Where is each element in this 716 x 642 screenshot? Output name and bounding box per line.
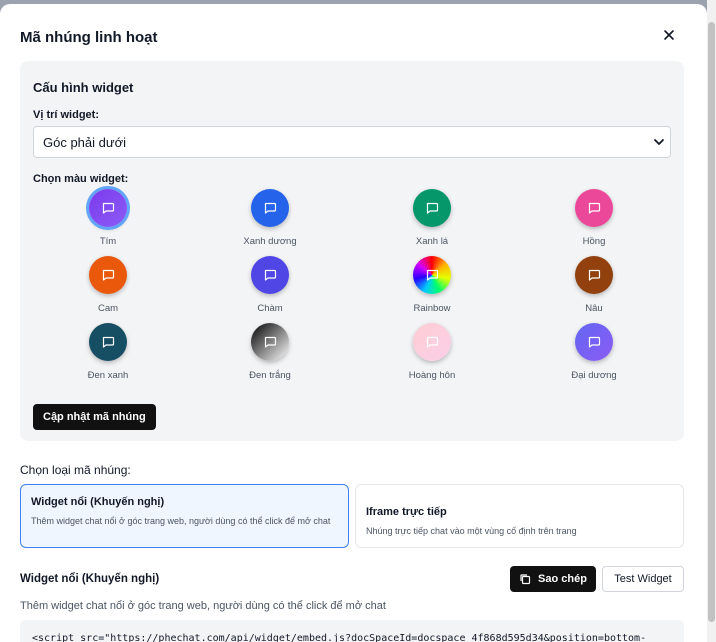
embed-code-modal: Mã nhúng linh hoạt Cấu hình widget Vị tr… — [0, 4, 707, 642]
color-swatch — [89, 323, 127, 361]
chat-bubble-icon — [426, 336, 439, 348]
modal-title: Mã nhúng linh hoạt — [20, 29, 158, 46]
color-swatch — [413, 256, 451, 294]
color-label: Chàm — [257, 303, 283, 314]
widget-config-card: Cấu hình widget Vị trí widget: Góc phải … — [20, 61, 684, 441]
color-option[interactable]: Hoàng hôn — [382, 323, 482, 381]
color-option[interactable]: Cam — [58, 256, 158, 314]
embed-option-floating-widget[interactable]: Widget nổi (Khuyến nghị) Thêm widget cha… — [20, 484, 349, 548]
color-label: Đen xanh — [87, 370, 129, 381]
embed-section-description: Thêm widget chat nổi ở góc trang web, ng… — [20, 600, 386, 612]
copy-icon — [520, 574, 531, 585]
embed-option-description: Thêm widget chat nổi ở góc trang web, ng… — [31, 516, 331, 526]
color-label: Nâu — [585, 303, 603, 314]
color-option[interactable]: Xanh dương — [220, 189, 320, 247]
color-option[interactable]: Xanh lá — [382, 189, 482, 247]
close-button[interactable] — [660, 26, 678, 44]
color-option[interactable]: Rainbow — [382, 256, 482, 314]
color-option[interactable]: Hồng — [544, 189, 644, 247]
chat-bubble-icon — [264, 336, 277, 348]
color-label: Hồng — [582, 236, 606, 247]
color-swatch — [413, 189, 451, 227]
chat-bubble-icon — [102, 202, 115, 214]
color-label: Xanh lá — [415, 236, 449, 247]
embed-option-title: Widget nổi (Khuyến nghị) — [31, 496, 165, 508]
color-option[interactable]: Nâu — [544, 256, 644, 314]
embed-type-label: Chọn loại mã nhúng: — [20, 463, 131, 477]
update-embed-button[interactable]: Cập nhật mã nhúng — [33, 404, 156, 430]
chat-bubble-icon — [426, 202, 439, 214]
chat-bubble-icon — [588, 336, 601, 348]
chat-bubble-icon — [264, 269, 277, 281]
color-swatch — [251, 323, 289, 361]
scrollbar-thumb[interactable] — [708, 22, 715, 622]
test-widget-button[interactable]: Test Widget — [602, 566, 684, 592]
color-label: Hoàng hôn — [408, 370, 456, 381]
copy-button[interactable]: Sao chép — [510, 566, 596, 592]
chat-bubble-icon — [264, 202, 277, 214]
color-swatch — [575, 189, 613, 227]
color-label: Cam — [97, 303, 119, 314]
color-option[interactable]: Chàm — [220, 256, 320, 314]
embed-code-block[interactable]: <script src="https://phechat.com/api/wid… — [20, 620, 684, 642]
color-option[interactable]: Đen trắng — [220, 323, 320, 381]
chat-bubble-icon — [588, 202, 601, 214]
color-swatch — [251, 256, 289, 294]
color-swatch — [575, 323, 613, 361]
color-label: Đại dương — [571, 370, 617, 381]
color-swatch — [89, 189, 127, 227]
position-select-value: Góc phải dưới — [43, 134, 126, 150]
embed-option-title: Iframe trực tiếp — [366, 506, 447, 518]
embed-section-title: Widget nổi (Khuyến nghị) — [20, 573, 160, 585]
embed-option-iframe[interactable]: Iframe trực tiếp Nhúng trực tiếp chat và… — [355, 484, 684, 548]
close-icon — [664, 30, 674, 40]
config-title: Cấu hình widget — [33, 80, 134, 95]
color-swatch — [575, 256, 613, 294]
position-select[interactable]: Góc phải dưới — [33, 126, 671, 158]
color-swatch — [413, 323, 451, 361]
color-option[interactable]: Đen xanh — [58, 323, 158, 381]
embed-option-description: Nhúng trực tiếp chat vào một vùng cố địn… — [366, 526, 577, 536]
color-label: Xanh dương — [243, 236, 297, 247]
color-option[interactable]: Đại dương — [544, 323, 644, 381]
chat-bubble-icon — [588, 269, 601, 281]
position-label: Vị trí widget: — [33, 109, 99, 121]
chat-bubble-icon — [102, 336, 115, 348]
color-option[interactable]: Tím — [58, 189, 158, 247]
color-label: Đen trắng — [249, 370, 291, 381]
chat-bubble-icon — [426, 269, 439, 281]
chevron-down-icon — [654, 139, 664, 145]
color-swatch — [89, 256, 127, 294]
color-label: Chọn màu widget: — [33, 173, 129, 185]
chat-bubble-icon — [102, 269, 115, 281]
color-label: Tím — [99, 236, 117, 247]
color-swatch — [251, 189, 289, 227]
color-label: Rainbow — [413, 303, 451, 314]
copy-button-label: Sao chép — [538, 573, 587, 585]
scrollbar[interactable] — [707, 0, 716, 642]
